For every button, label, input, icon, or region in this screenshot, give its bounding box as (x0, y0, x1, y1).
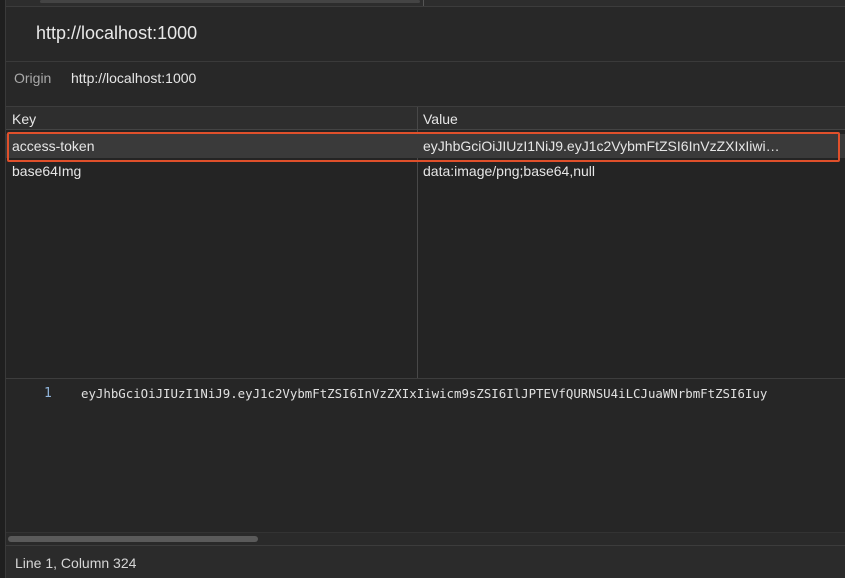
column-header-key[interactable]: Key (12, 111, 36, 127)
devtools-local-storage-panel: http://localhost:1000 Origin http://loca… (0, 0, 845, 578)
top-scroll-strip (6, 0, 845, 7)
horizontal-scrollbar-thumb[interactable] (8, 536, 258, 542)
table-header: Key Value (6, 107, 845, 130)
storage-header: http://localhost:1000 (6, 7, 845, 62)
key-value-table: Key Value access-token eyJhbGciOiJIUzI1N… (6, 106, 845, 379)
column-header-value[interactable]: Value (423, 111, 458, 127)
row-key-cell[interactable]: base64Img (12, 163, 412, 179)
top-strip-divider (423, 0, 424, 6)
page-title: http://localhost:1000 (36, 23, 198, 43)
origin-bar: Origin http://localhost:1000 (6, 62, 845, 103)
table-row[interactable]: base64Img data:image/png;base64,null (6, 159, 845, 183)
status-bar: Line 1, Column 324 (6, 545, 845, 578)
line-number: 1 (44, 386, 52, 401)
editor-line-text[interactable]: eyJhbGciOiJIUzI1NiJ9.eyJ1c2VybmFtZSI6InV… (81, 386, 845, 401)
origin-value: http://localhost:1000 (71, 70, 197, 86)
value-editor[interactable]: 1 eyJhbGciOiJIUzI1NiJ9.eyJ1c2VybmFtZSI6I… (6, 379, 845, 532)
horizontal-scrollbar[interactable] (6, 532, 845, 545)
origin-label: Origin (14, 70, 52, 86)
row-value-cell[interactable]: data:image/png;base64,null (423, 163, 821, 179)
selected-row-highlight (7, 132, 840, 162)
cursor-position: Line 1, Column 324 (15, 555, 137, 571)
top-scrollbar-thumb[interactable] (40, 0, 420, 3)
